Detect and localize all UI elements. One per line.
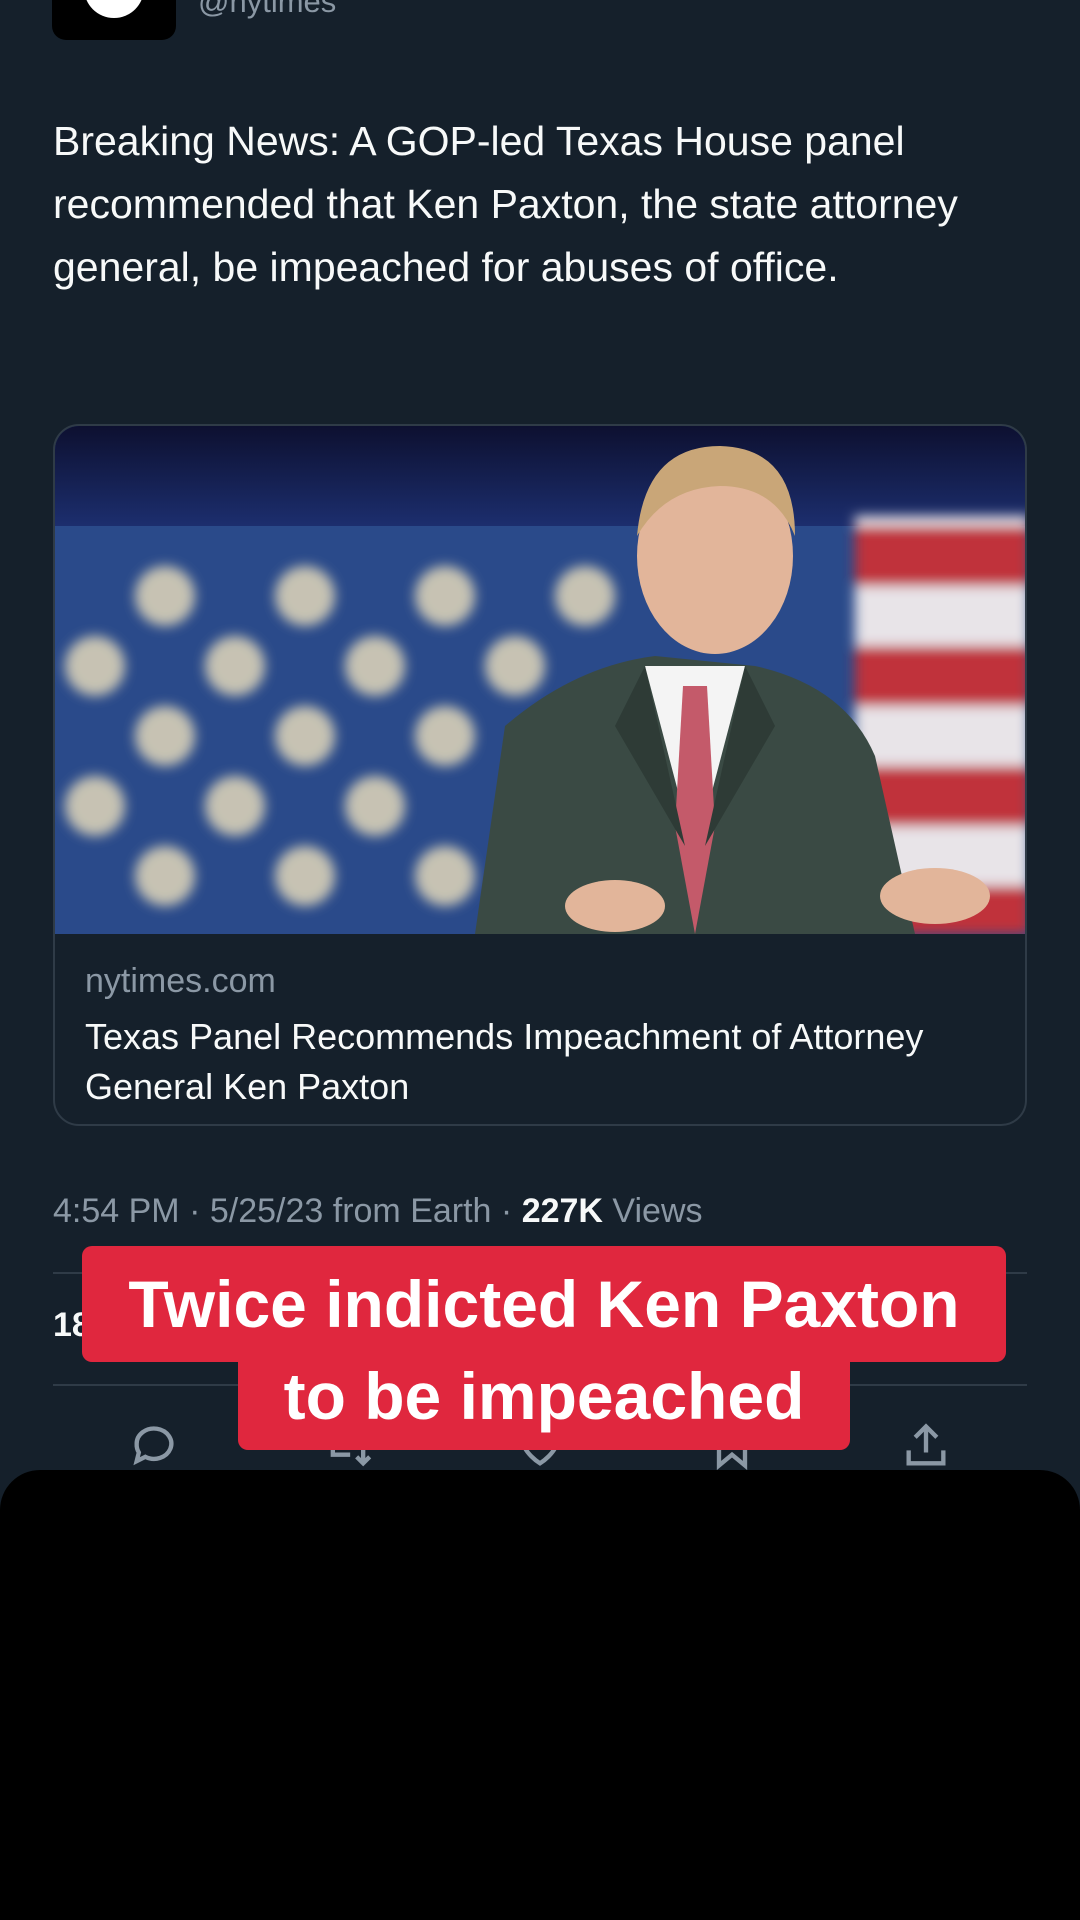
card-title: Texas Panel Recommends Impeachment of At… — [85, 1016, 924, 1107]
views-count: 227K — [521, 1192, 603, 1230]
user-handle[interactable]: @nytimes — [198, 0, 336, 20]
tweet-date: 5/25/23 — [209, 1192, 324, 1230]
share-icon[interactable] — [900, 1420, 952, 1472]
nyt-logo-icon — [84, 0, 144, 18]
tweet-detail-screen: @nytimes Breaking News: A GOP-led Texas … — [0, 0, 1080, 1920]
tweet-source: from Earth — [332, 1192, 492, 1230]
article-photo — [55, 426, 1025, 934]
bottom-sheet — [0, 1470, 1080, 1920]
tweet-text: Breaking News: A GOP-led Texas House pan… — [53, 118, 958, 290]
tweet-time: 4:54 PM — [53, 1192, 180, 1230]
tweet-meta: 4:54 PM · 5/25/23 from Earth · 227K View… — [53, 1192, 703, 1230]
reply-icon[interactable] — [128, 1420, 180, 1472]
card-domain: nytimes.com — [85, 962, 276, 1000]
caption-line-1: Twice indicted Ken Paxton — [82, 1246, 1006, 1362]
nyt-avatar[interactable] — [52, 0, 176, 40]
views-label: Views — [612, 1192, 703, 1230]
link-card[interactable]: nytimes.com Texas Panel Recommends Impea… — [53, 424, 1027, 1126]
caption-line-2: to be impeached — [238, 1350, 850, 1450]
